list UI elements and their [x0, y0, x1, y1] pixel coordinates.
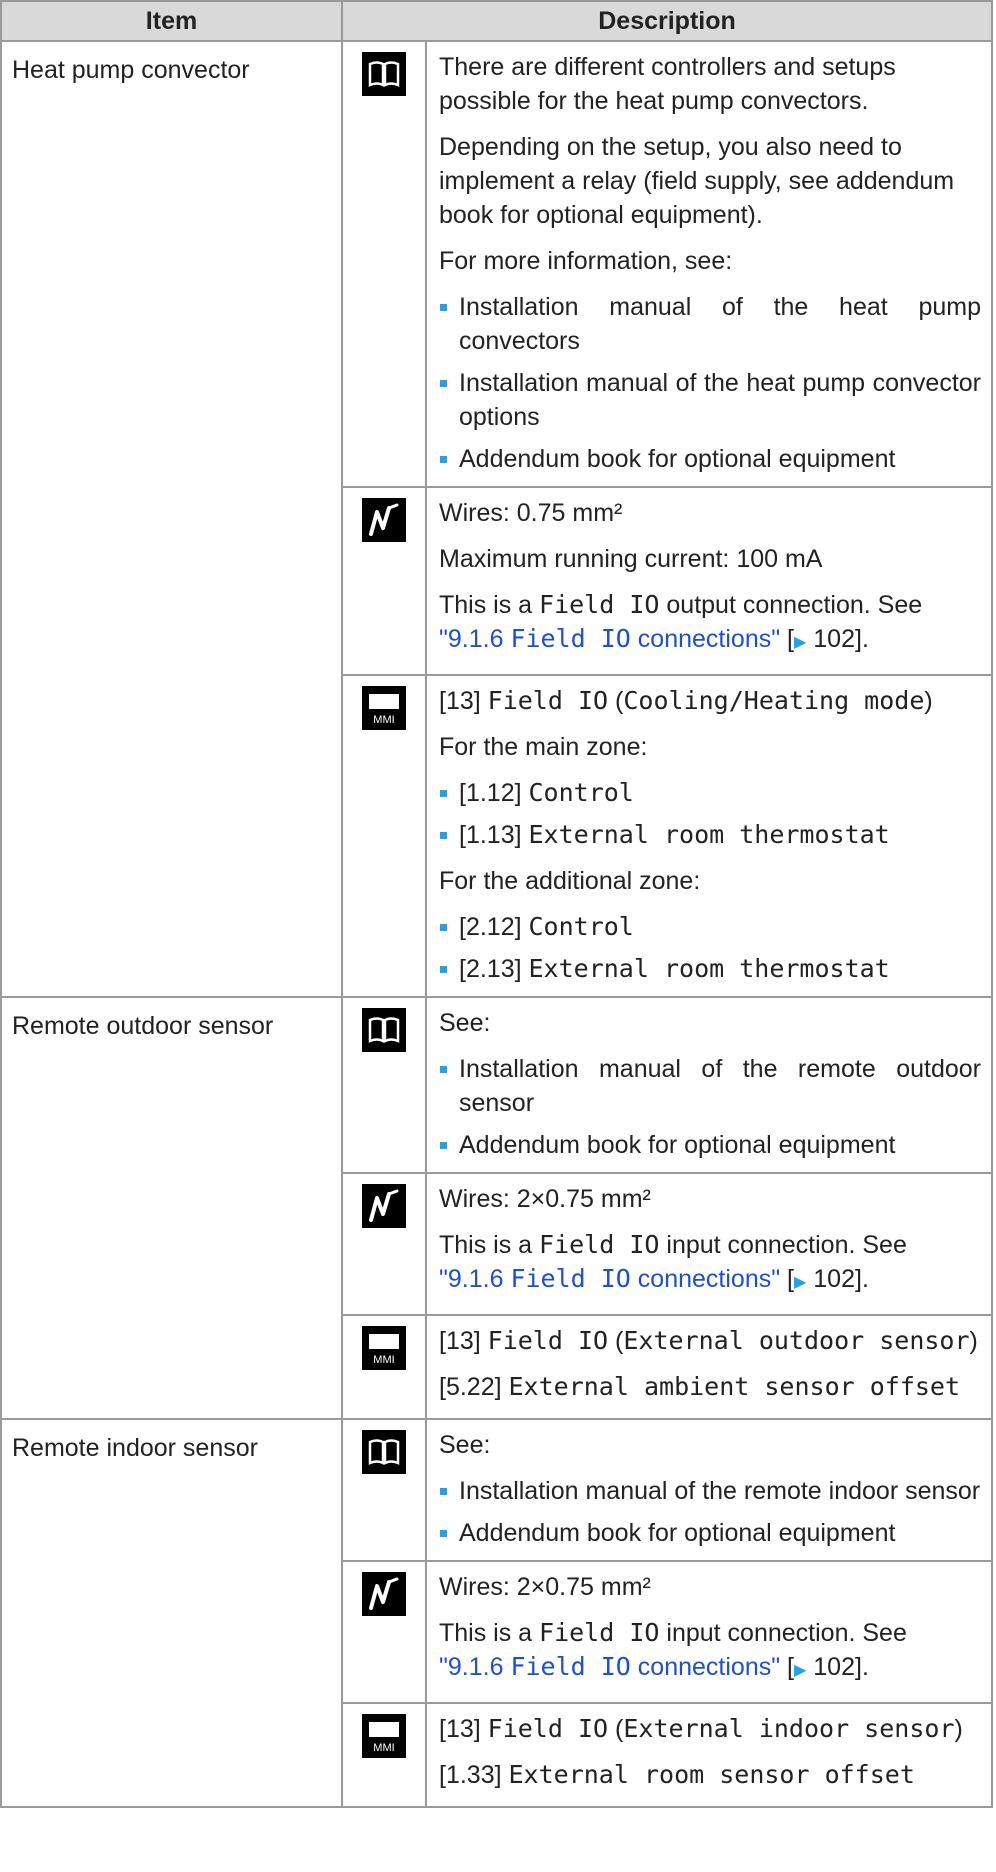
- description-cell: See: Installation manual of the remote o…: [425, 996, 993, 1174]
- mmi-icon: MMI: [362, 1714, 406, 1758]
- bullet-item: Addendum book for optional equipment: [439, 1124, 981, 1166]
- icon-cell: [341, 40, 427, 488]
- wiring-icon: [362, 1184, 406, 1228]
- paragraph: See:: [439, 1009, 491, 1037]
- code-text: Field IO: [539, 1230, 660, 1259]
- paragraph: For the additional zone:: [439, 867, 701, 895]
- description-cell: Wires: 0.75 mm² Maximum running current:…: [425, 486, 993, 676]
- bullet-item: Installation manual of the remote indoor…: [439, 1470, 981, 1512]
- paragraph: This is a Field IO input connection. See…: [439, 1230, 907, 1293]
- description-cell: Wires: 2×0.75 mm² This is a Field IO inp…: [425, 1172, 993, 1316]
- paragraph: Wires: 0.75 mm²: [439, 499, 623, 527]
- mmi-icon: MMI: [362, 1326, 406, 1370]
- book-icon: [362, 52, 406, 96]
- section-link[interactable]: "9.1.6 Field IO connections": [439, 1652, 780, 1681]
- bullet-item: [2.12] Control: [439, 906, 981, 948]
- header-item: Item: [0, 0, 343, 42]
- code-text: Cooling/Heating mode: [623, 686, 925, 715]
- link-text: connections": [630, 625, 781, 653]
- item-name: Heat pump convector: [0, 40, 343, 998]
- paragraph: Depending on the setup, you also need to…: [439, 133, 955, 229]
- paragraph: [1.33] External room sensor offset: [439, 1760, 915, 1789]
- wiring-icon: [362, 498, 406, 542]
- paragraph: For the main zone:: [439, 733, 648, 761]
- description-cell: [13] Field IO (External outdoor sensor) …: [425, 1314, 993, 1420]
- description-cell: Wires: 2×0.75 mm² This is a Field IO inp…: [425, 1560, 993, 1704]
- svg-text:MMI: MMI: [373, 1354, 394, 1366]
- page-arrow-icon: ▶: [794, 634, 807, 651]
- icon-cell: MMI: [341, 1314, 427, 1420]
- page-arrow-icon: ▶: [794, 1274, 807, 1291]
- icon-cell: [341, 1560, 427, 1704]
- page-ref[interactable]: 102: [813, 1653, 855, 1681]
- bullet-item: Installation manual of the remote outdoo…: [439, 1048, 981, 1124]
- options-table: Item Description Heat pump convector The…: [0, 0, 993, 1808]
- book-icon: [362, 1008, 406, 1052]
- paragraph: There are different controllers and setu…: [439, 53, 896, 115]
- item-name: Remote indoor sensor: [0, 1418, 343, 1808]
- bullet-item: Installation manual of the heat pump con…: [439, 286, 981, 362]
- page-ref[interactable]: 102: [813, 625, 855, 653]
- page-ref[interactable]: 102: [813, 1265, 855, 1293]
- description-cell: There are different controllers and setu…: [425, 40, 993, 488]
- bullet-item: Addendum book for optional equipment: [439, 1512, 981, 1554]
- paragraph: See:: [439, 1431, 491, 1459]
- bullet-item: [1.12] Control: [439, 772, 981, 814]
- paragraph: This is a Field IO output connection. Se…: [439, 590, 923, 653]
- paragraph: [13] Field IO (Cooling/Heating mode): [439, 686, 933, 715]
- table-row: Heat pump convector There are different …: [0, 40, 993, 998]
- bullet-item: Installation manual of the heat pump con…: [439, 362, 981, 438]
- paragraph: Wires: 2×0.75 mm²: [439, 1573, 651, 1601]
- description-cell: [13] Field IO (External indoor sensor) […: [425, 1702, 993, 1808]
- page-arrow-icon: ▶: [794, 1662, 807, 1679]
- header-description: Description: [341, 0, 993, 42]
- table-header-row: Item Description: [0, 0, 993, 42]
- paragraph: [13] Field IO (External indoor sensor): [439, 1714, 963, 1743]
- description-cell: [13] Field IO (Cooling/Heating mode) For…: [425, 674, 993, 998]
- paragraph: Wires: 2×0.75 mm²: [439, 1185, 651, 1213]
- svg-text:MMI: MMI: [373, 1742, 394, 1754]
- code-text: Field IO: [539, 1618, 660, 1647]
- description-cell: See: Installation manual of the remote i…: [425, 1418, 993, 1562]
- item-name: Remote outdoor sensor: [0, 996, 343, 1420]
- bullet-item: [1.13] External room thermostat: [439, 814, 981, 856]
- wiring-icon: [362, 1572, 406, 1616]
- paragraph: [5.22] External ambient sensor offset: [439, 1372, 961, 1401]
- text: This is a: [439, 591, 540, 619]
- code-text: Field IO: [487, 686, 609, 715]
- svg-text:MMI: MMI: [373, 714, 394, 726]
- icon-cell: [341, 486, 427, 676]
- text: output connection. See: [659, 591, 923, 619]
- icon-cell: MMI: [341, 1702, 427, 1808]
- paragraph: [13] Field IO (External outdoor sensor): [439, 1326, 978, 1355]
- paragraph: Maximum running current: 100 mA: [439, 545, 823, 573]
- icon-cell: MMI: [341, 674, 427, 998]
- link-code: Field IO: [510, 624, 631, 653]
- icon-cell: [341, 1418, 427, 1562]
- book-icon: [362, 1430, 406, 1474]
- icon-cell: [341, 996, 427, 1174]
- bullet-item: Addendum book for optional equipment: [439, 438, 981, 480]
- table-row: Remote outdoor sensor See: Installation …: [0, 996, 993, 1420]
- mmi-icon: MMI: [362, 686, 406, 730]
- code-text: Field IO: [539, 590, 660, 619]
- icon-cell: [341, 1172, 427, 1316]
- section-link[interactable]: "9.1.6 Field IO connections": [439, 624, 781, 653]
- section-link[interactable]: "9.1.6 Field IO connections": [439, 1264, 780, 1293]
- paragraph: For more information, see:: [439, 247, 733, 275]
- bullet-item: [2.13] External room thermostat: [439, 948, 981, 990]
- link-text: "9.1.6: [439, 625, 511, 653]
- table-row: Remote indoor sensor See: Installation m…: [0, 1418, 993, 1808]
- paragraph: This is a Field IO input connection. See…: [439, 1618, 907, 1681]
